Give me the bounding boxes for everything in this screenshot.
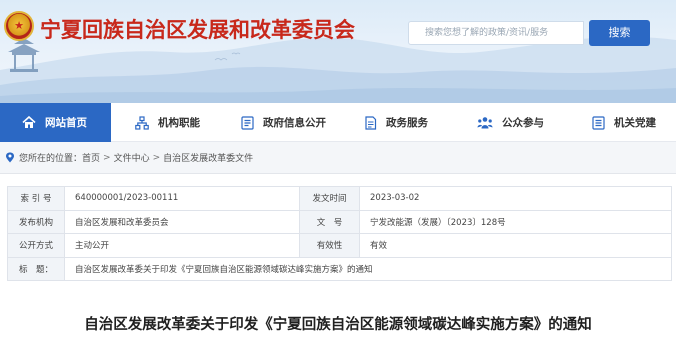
document-number-value: 宁发改能源（发展）〔2023〕128号: [359, 209, 672, 234]
nav-item-label: 政务服务: [386, 117, 428, 129]
breadcrumb-link-file-center[interactable]: 文件中心: [114, 151, 150, 164]
title-label: 标 题：: [7, 256, 65, 281]
validity-label: 有效性: [299, 233, 360, 258]
breadcrumb-link-commission-files[interactable]: 自治区发展改革委文件: [163, 151, 253, 164]
breadcrumb-prefix: 您所在的位置：: [19, 154, 83, 164]
nav-item-label: 政府信息公开: [263, 117, 326, 129]
document-list-icon: [241, 115, 254, 130]
nav-item-label: 公众参与: [502, 117, 544, 129]
search-button[interactable]: 搜索: [589, 20, 650, 46]
table-row: 公开方式 主动公开 有效性 有效: [7, 233, 672, 258]
people-icon: [477, 116, 493, 128]
title-value: 自治区发展改革委关于印发《宁夏回族自治区能源领域碳达峰实施方案》的通知: [64, 256, 672, 281]
article-headline: 自治区发展改革委关于印发《宁夏回族自治区能源领域碳达峰实施方案》的通知: [84, 317, 592, 333]
breadcrumb-link-home[interactable]: 首页: [82, 151, 100, 164]
nav-item-label: 机构职能: [158, 117, 200, 129]
publisher-label: 发布机构: [7, 209, 65, 234]
disclosure-method-label: 公开方式: [7, 233, 65, 258]
validity-value: 有效: [359, 233, 672, 258]
location-icon: [6, 152, 14, 163]
document-meta-table: 索 引 号 640000001/2023-00111 发文时间 2023-03-…: [7, 186, 672, 281]
nav-item-home[interactable]: 网站首页: [0, 103, 111, 142]
index-number-label: 索 引 号: [7, 186, 65, 211]
main-nav: 网站首页 机构职能 政府信息公开 政务服务 公众参与 机关党建: [0, 103, 676, 142]
org-chart-icon: [135, 115, 149, 130]
nav-item-label: 网站首页: [45, 117, 87, 129]
breadcrumb-separator: >: [152, 152, 161, 163]
breadcrumb: 您所在的位置： 首页 > 文件中心 > 自治区发展改革委文件: [0, 142, 676, 174]
nav-item-info-disclosure[interactable]: 政府信息公开: [241, 103, 326, 142]
site-title: 宁夏回族自治区发展和改革委员会: [40, 17, 355, 42]
nav-item-label: 机关党建: [614, 117, 656, 129]
national-emblem-logo: ★: [4, 11, 34, 41]
site-header: ★ 宁夏回族自治区发展和改革委员会 搜索您想了解的政策/资讯/服务 搜索: [0, 0, 676, 103]
publisher-value: 自治区发展和改革委员会: [64, 209, 300, 234]
nav-item-org[interactable]: 机构职能: [135, 103, 200, 142]
breadcrumb-separator: >: [103, 152, 111, 163]
nav-item-services[interactable]: 政务服务: [364, 103, 428, 142]
home-icon: [22, 116, 36, 128]
party-doc-icon: [592, 115, 605, 130]
search-input[interactable]: 搜索您想了解的政策/资讯/服务: [408, 21, 584, 45]
issue-date-value: 2023-03-02: [359, 186, 672, 211]
issue-date-label: 发文时间: [299, 186, 360, 211]
table-row: 索 引 号 640000001/2023-00111 发文时间 2023-03-…: [7, 186, 672, 211]
table-row: 发布机构 自治区发展和改革委员会 文 号 宁发改能源（发展）〔2023〕128号: [7, 209, 672, 234]
nav-item-party-building[interactable]: 机关党建: [592, 103, 656, 142]
disclosure-method-value: 主动公开: [64, 233, 300, 258]
document-number-label: 文 号: [299, 209, 360, 234]
index-number-value: 640000001/2023-00111: [64, 186, 300, 211]
nav-item-participation[interactable]: 公众参与: [477, 103, 544, 142]
table-row: 标 题： 自治区发展改革委关于印发《宁夏回族自治区能源领域碳达峰实施方案》的通知: [7, 256, 672, 281]
service-doc-icon: [365, 115, 377, 130]
